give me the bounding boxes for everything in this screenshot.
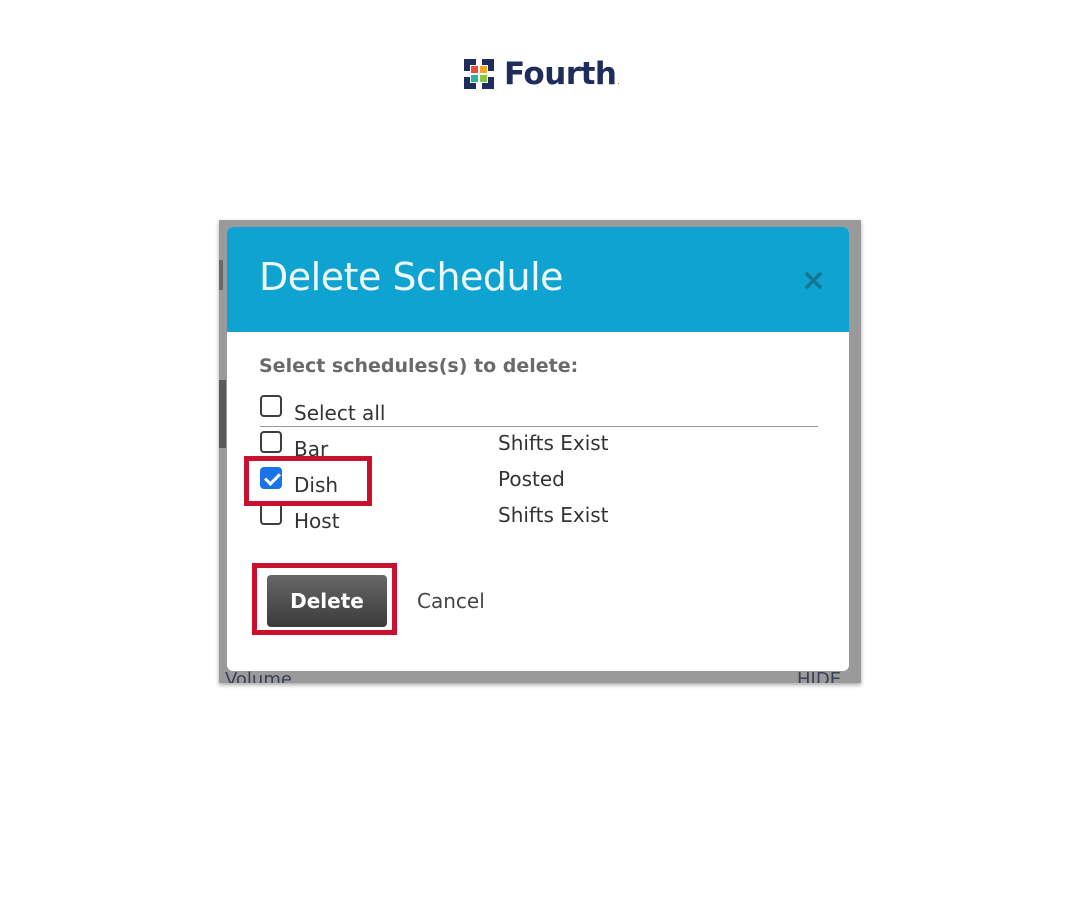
schedule-status: Shifts Exist [498,503,609,527]
dialog-header: Delete Schedule × [227,227,849,332]
fourth-logo: Fourth . [461,56,620,92]
select-all-checkbox[interactable] [260,395,282,417]
background-text-right: HIDE [797,669,842,683]
brand-name: Fourth [504,56,617,92]
background-bar [219,260,223,290]
delete-schedule-dialog: Delete Schedule × Select schedules(s) to… [227,227,849,671]
close-icon[interactable]: × [801,266,826,296]
schedule-name: Host [294,509,340,533]
schedule-row[interactable]: Host Shifts Exist [260,503,820,533]
highlight-box-dish [244,456,372,506]
dialog-prompt: Select schedules(s) to delete: [259,355,579,377]
fourth-logo-icon [464,59,494,89]
schedule-status: Posted [498,467,565,491]
highlight-box-delete [252,563,397,635]
screenshot-frame: Volume HIDE Delete Schedule × Select sch… [219,220,861,683]
background-bar [219,380,226,448]
checkbox-icon[interactable] [260,431,282,453]
cancel-button[interactable]: Cancel [417,589,485,613]
checkbox-icon[interactable] [260,503,282,525]
select-all-label: Select all [294,401,386,425]
brand-tm: . [617,78,620,86]
select-all-row[interactable]: Select all [260,395,820,425]
background-text-left: Volume [225,669,292,683]
schedule-status: Shifts Exist [498,431,609,455]
divider [260,426,818,427]
dialog-title: Delete Schedule [259,255,564,299]
